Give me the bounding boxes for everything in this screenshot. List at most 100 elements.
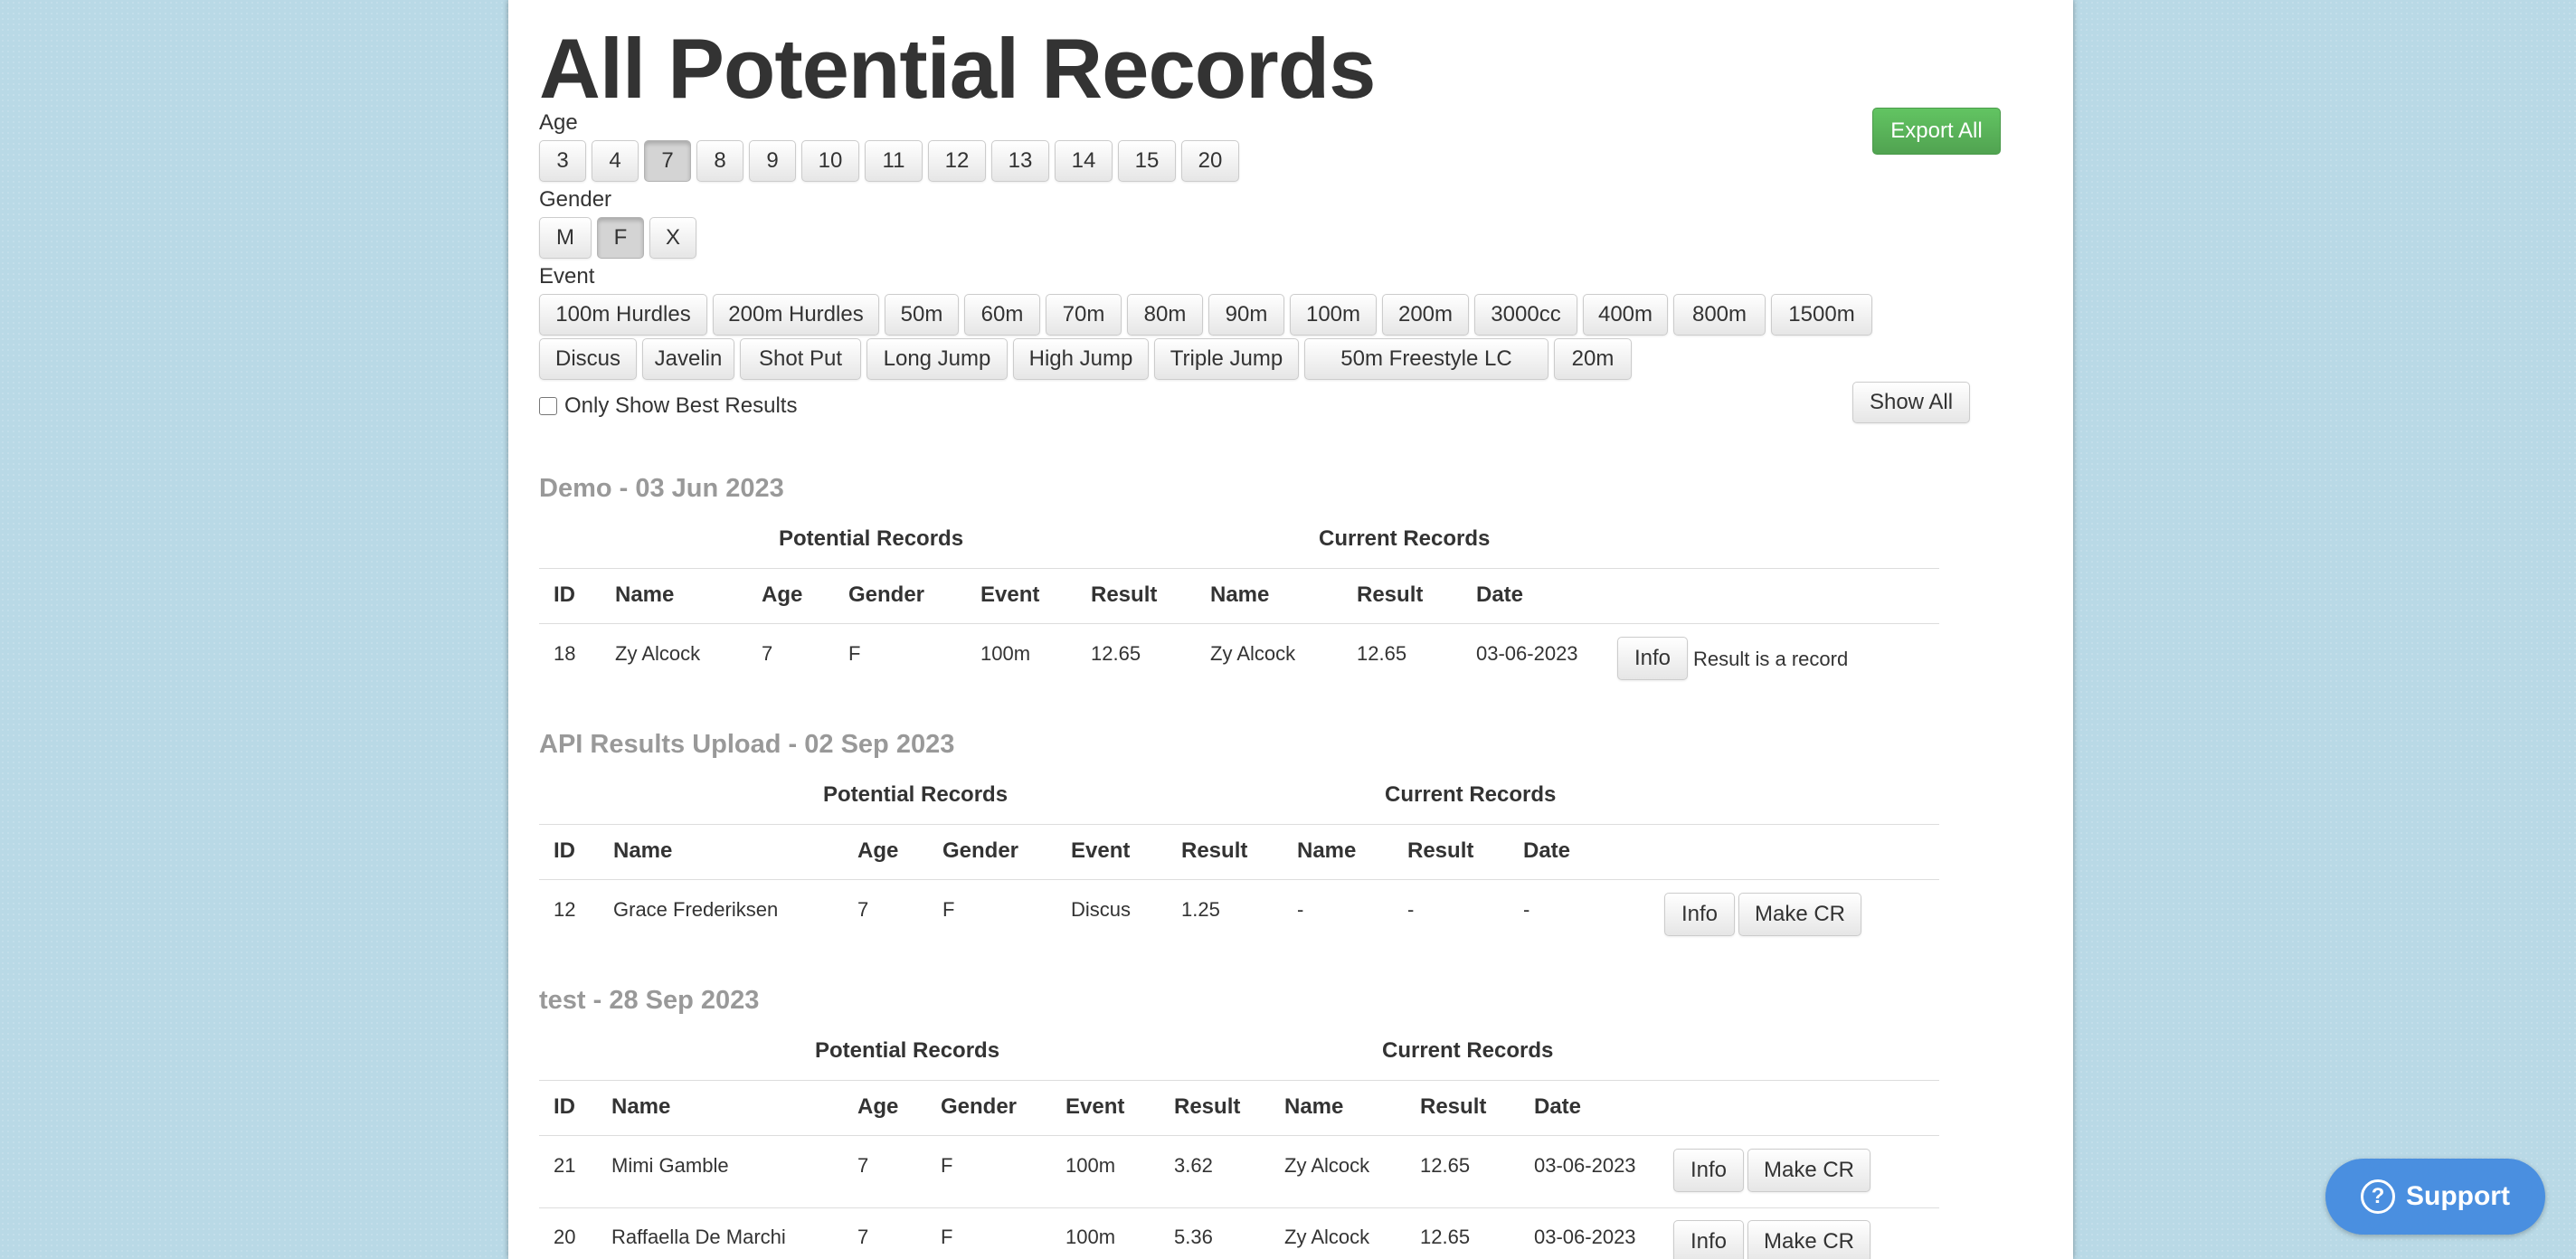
event-button-100m[interactable]: 100m: [1290, 294, 1377, 336]
cell-id: 12: [554, 898, 576, 921]
current-records-heading: Current Records: [1385, 782, 1557, 807]
cell-cur-result: 12.65: [1357, 642, 1407, 665]
question-circle-icon: ?: [2361, 1179, 2395, 1214]
age-button-11[interactable]: 11: [865, 140, 923, 182]
support-label: Support: [2406, 1181, 2510, 1211]
event-button-20m[interactable]: 20m: [1554, 338, 1632, 380]
cell-id: 20: [554, 1226, 576, 1248]
table-divider: [539, 879, 1939, 880]
age-button-9[interactable]: 9: [749, 140, 796, 182]
column-header-id: ID: [554, 838, 575, 863]
cell-result: 12.65: [1091, 642, 1141, 665]
make-cr-button[interactable]: Make CR: [1738, 893, 1861, 936]
age-button-20[interactable]: 20: [1181, 140, 1239, 182]
cell-cur-name: Zy Alcock: [1284, 1154, 1370, 1177]
event-label: Event: [539, 264, 595, 289]
age-button-12[interactable]: 12: [928, 140, 986, 182]
column-header-age: Age: [857, 838, 899, 863]
column-header-result: Result: [1091, 582, 1158, 607]
cell-gender: F: [942, 898, 955, 921]
event-button-200m[interactable]: 200m: [1382, 294, 1469, 336]
cell-name: Mimi Gamble: [611, 1154, 729, 1177]
cell-id: 18: [554, 642, 576, 665]
event-button-high-jump[interactable]: High Jump: [1013, 338, 1149, 380]
best-results-toggle[interactable]: Only Show Best Results: [539, 393, 797, 419]
cell-result: 1.25: [1181, 898, 1220, 921]
cell-cur-name: Zy Alcock: [1284, 1226, 1370, 1248]
gender-button-x[interactable]: X: [649, 217, 696, 259]
cell-gender: F: [848, 642, 861, 665]
column-header-cur-name: Name: [1284, 1094, 1344, 1119]
column-header-event: Event: [1065, 1094, 1125, 1119]
potential-records-heading: Potential Records: [815, 1038, 1000, 1063]
cell-date: 03-06-2023: [1534, 1154, 1636, 1177]
event-button-100m-hurdles[interactable]: 100m Hurdles: [539, 294, 707, 336]
cell-age: 7: [857, 898, 869, 921]
event-button-long-jump[interactable]: Long Jump: [867, 338, 1008, 380]
current-records-heading: Current Records: [1319, 526, 1491, 551]
cell-name: Zy Alcock: [615, 642, 701, 665]
cell-age: 7: [857, 1226, 869, 1248]
event-button-3000cc[interactable]: 3000cc: [1474, 294, 1577, 336]
age-button-4[interactable]: 4: [592, 140, 639, 182]
column-header-id: ID: [554, 582, 575, 607]
cell-date: -: [1523, 898, 1530, 921]
info-button[interactable]: Info: [1673, 1149, 1744, 1192]
potential-records-heading: Potential Records: [779, 526, 964, 551]
section-title: Demo - 03 Jun 2023: [539, 474, 784, 503]
column-header-cur-result: Result: [1357, 582, 1424, 607]
show-all-button[interactable]: Show All: [1852, 382, 1970, 423]
cell-event: Discus: [1071, 898, 1132, 921]
gender-button-f[interactable]: F: [597, 217, 644, 259]
event-button-60m[interactable]: 60m: [964, 294, 1040, 336]
cell-name: Grace Frederiksen: [613, 898, 779, 921]
event-button-50m-freestyle-lc[interactable]: 50m Freestyle LC: [1304, 338, 1548, 380]
cell-date: 03-06-2023: [1534, 1226, 1636, 1248]
age-button-8[interactable]: 8: [696, 140, 743, 182]
event-button-shot-put[interactable]: Shot Put: [740, 338, 861, 380]
event-button-80m[interactable]: 80m: [1127, 294, 1203, 336]
table-divider: [539, 623, 1939, 624]
cell-result: 3.62: [1174, 1154, 1213, 1177]
potential-records-heading: Potential Records: [823, 782, 1009, 807]
cell-cur-result: -: [1407, 898, 1415, 921]
event-button-1500m[interactable]: 1500m: [1771, 294, 1872, 336]
make-cr-button[interactable]: Make CR: [1747, 1149, 1870, 1192]
column-header-cur-result: Result: [1420, 1094, 1487, 1119]
info-button[interactable]: Info: [1664, 893, 1735, 936]
age-button-10[interactable]: 10: [801, 140, 859, 182]
support-button[interactable]: ? Support: [2325, 1159, 2545, 1235]
cell-gender: F: [941, 1154, 953, 1177]
event-button-400m[interactable]: 400m: [1583, 294, 1668, 336]
age-button-15[interactable]: 15: [1118, 140, 1176, 182]
age-filter-group: 3 4 7 8 9 10 11 12 13 14 15 20: [539, 140, 1239, 182]
event-button-triple-jump[interactable]: Triple Jump: [1154, 338, 1299, 380]
event-button-200m-hurdles[interactable]: 200m Hurdles: [713, 294, 879, 336]
info-button[interactable]: Info: [1673, 1220, 1744, 1259]
column-header-cur-result: Result: [1407, 838, 1474, 863]
best-results-checkbox[interactable]: [539, 397, 557, 415]
info-button[interactable]: Info: [1617, 637, 1688, 680]
export-all-button[interactable]: Export All: [1872, 108, 2001, 155]
age-button-13[interactable]: 13: [991, 140, 1049, 182]
page-title: All Potential Records: [539, 21, 1376, 116]
cell-result: 5.36: [1174, 1226, 1213, 1248]
cell-event: 100m: [1065, 1226, 1116, 1248]
event-button-70m[interactable]: 70m: [1046, 294, 1122, 336]
column-header-name: Name: [615, 582, 675, 607]
age-button-3[interactable]: 3: [539, 140, 586, 182]
age-button-14[interactable]: 14: [1055, 140, 1113, 182]
column-header-date: Date: [1476, 582, 1524, 607]
cell-cur-name: Zy Alcock: [1210, 642, 1296, 665]
event-button-800m[interactable]: 800m: [1673, 294, 1766, 336]
column-header-event: Event: [1071, 838, 1131, 863]
column-header-date: Date: [1534, 1094, 1582, 1119]
age-button-7[interactable]: 7: [644, 140, 691, 182]
event-button-90m[interactable]: 90m: [1208, 294, 1284, 336]
gender-button-m[interactable]: M: [539, 217, 592, 259]
event-button-discus[interactable]: Discus: [539, 338, 637, 380]
make-cr-button[interactable]: Make CR: [1747, 1220, 1870, 1259]
event-button-50m[interactable]: 50m: [885, 294, 959, 336]
event-button-javelin[interactable]: Javelin: [642, 338, 734, 380]
column-header-gender: Gender: [942, 838, 1019, 863]
